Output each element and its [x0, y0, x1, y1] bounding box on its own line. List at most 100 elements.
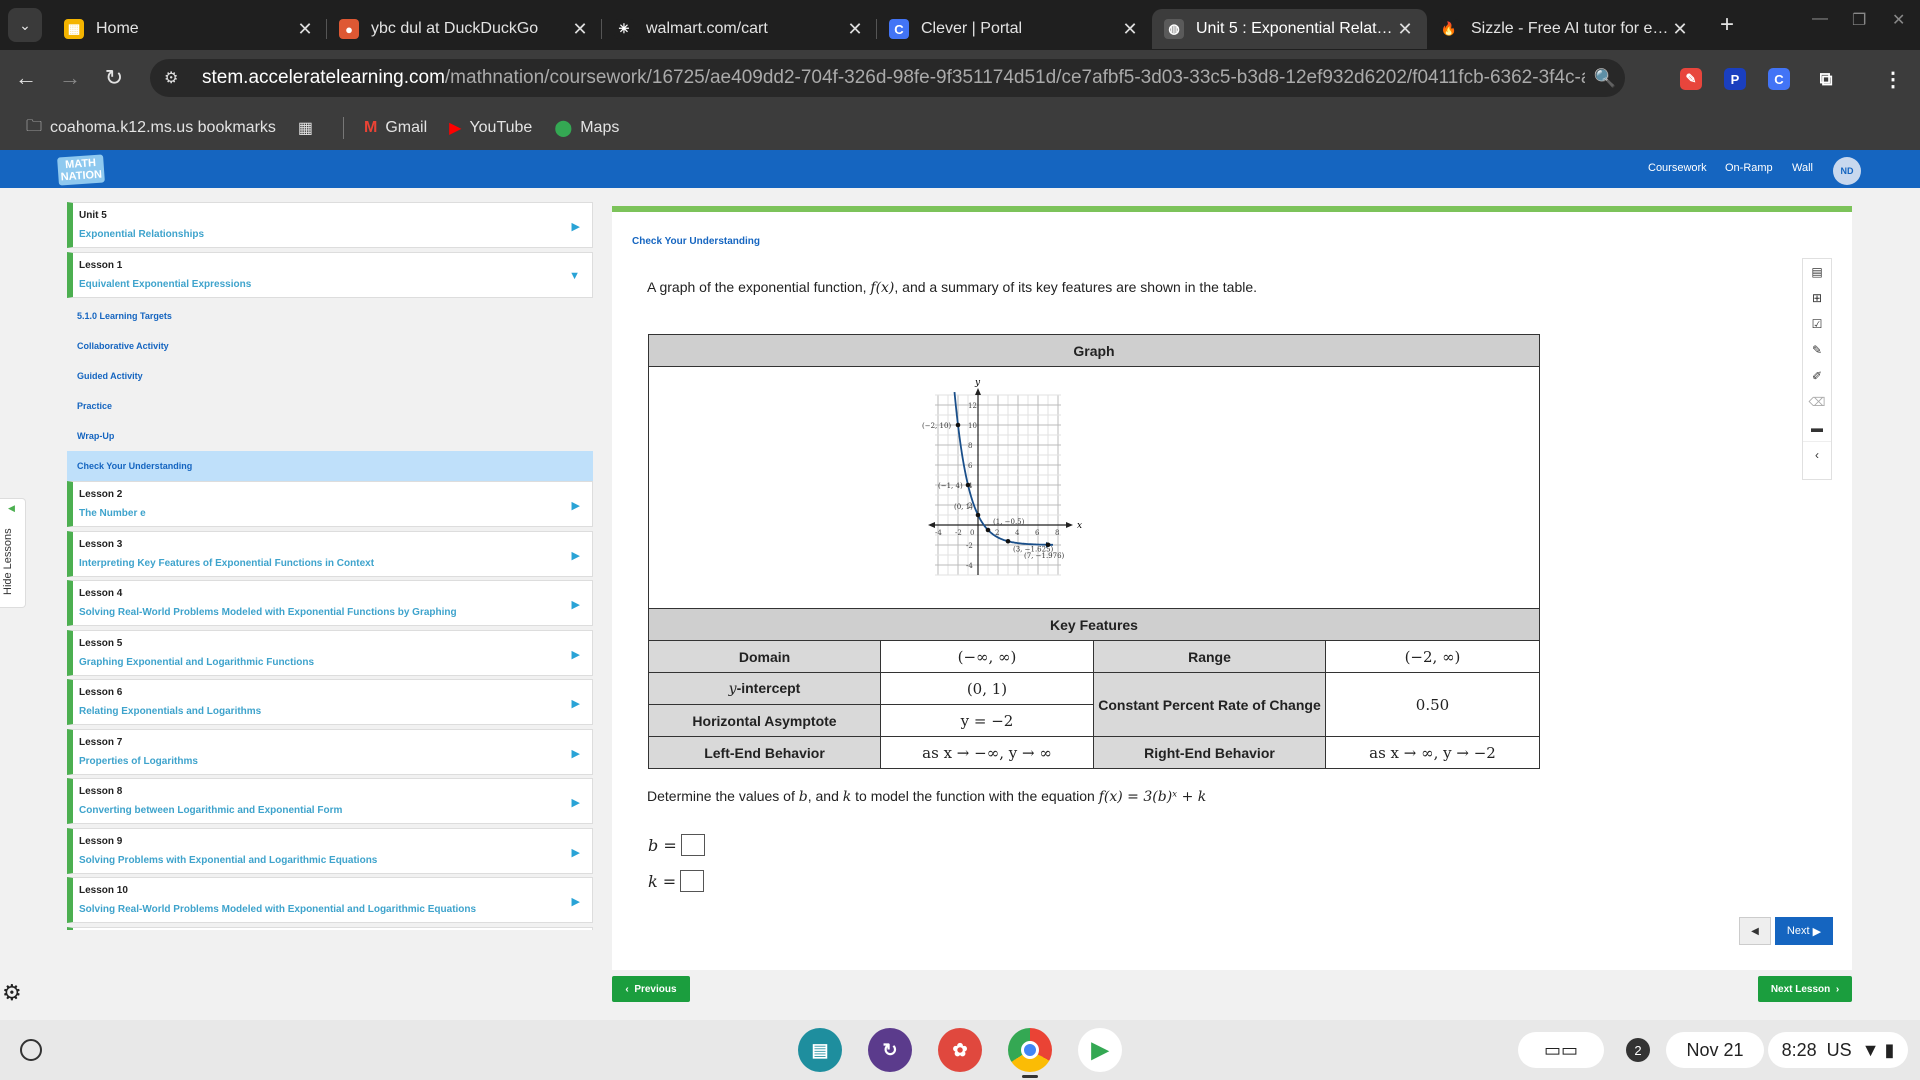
new-tab-button[interactable]: + — [1712, 11, 1742, 39]
unit-header[interactable]: Unit 5 Exponential Relationships ▶ — [67, 202, 593, 248]
extension-clever-icon[interactable]: C — [1768, 68, 1790, 90]
lesson-activity-link[interactable]: Practice — [67, 391, 593, 421]
holding-space-thumbnails[interactable]: ▭▭ — [1518, 1032, 1604, 1068]
graph-cell: x y -4 -2 0 2 4 6 8 12 10 8 6 4 2 -2 -4 (−2, 10) (−1, 4) (0… — [648, 366, 1540, 609]
lesson-item[interactable]: Lesson 2 The Number e ▶ — [67, 481, 593, 527]
chevron-right-icon: ▶ — [571, 747, 580, 760]
domain-value: (−∞, ∞) — [880, 640, 1094, 673]
minimize-icon[interactable]: — — [1812, 10, 1828, 28]
lesson-item[interactable]: Lesson 10 Solving Real-World Problems Mo… — [67, 877, 593, 923]
check-note-icon[interactable]: ☑ — [1803, 311, 1831, 337]
nav-on-ramp[interactable]: On-Ramp — [1725, 162, 1773, 174]
apps-shortcut[interactable]: ▦ — [298, 118, 321, 138]
browser-tab[interactable]: 🔥 Sizzle - Free AI tutor for everyone ✕ — [1427, 9, 1702, 49]
next-lesson-button[interactable]: Next Lesson › — [1758, 976, 1852, 1002]
notification-count[interactable]: 2 — [1626, 1038, 1650, 1062]
previous-button[interactable]: ‹ Previous — [612, 976, 690, 1002]
extension-blue-icon[interactable]: P — [1724, 68, 1746, 90]
lesson-item[interactable]: Lesson 7 Properties of Logarithms ▶ — [67, 728, 593, 775]
nav-wall[interactable]: Wall — [1792, 162, 1813, 174]
settings-gear-icon[interactable]: ⚙ — [2, 980, 28, 1006]
tab-title: Sizzle - Free AI tutor for everyone — [1471, 20, 1670, 37]
lesson-activity-link[interactable]: Guided Activity — [67, 361, 593, 391]
y-tick-label: -4 — [966, 562, 973, 570]
lesson-activity-link[interactable]: Check Your Understanding — [67, 451, 593, 481]
browser-menu-icon[interactable]: ⋮ — [1882, 68, 1904, 91]
bookmark-youtube[interactable]: ▶ YouTube — [449, 118, 532, 138]
bookmark-gmail[interactable]: M Gmail — [364, 119, 427, 137]
sync-app-icon[interactable]: ↻ — [868, 1028, 912, 1072]
browser-tab[interactable]: ● ybc dul at DuckDuckGo ✕ — [327, 9, 602, 49]
user-avatar[interactable]: ND — [1833, 157, 1861, 185]
browser-tab[interactable]: C Clever | Portal ✕ — [877, 9, 1152, 49]
tab-favicon-icon: ✳ — [614, 19, 634, 39]
lesson-item[interactable]: Lesson 4 Solving Real-World Problems Mod… — [67, 580, 593, 626]
browser-tab[interactable]: ✳ walmart.com/cart ✕ — [602, 9, 877, 49]
browser-tab[interactable]: ◍ Unit 5 : Exponential Relationships ✕ — [1152, 9, 1427, 49]
restore-icon[interactable]: ❐ — [1852, 10, 1866, 30]
collapse-tools-icon[interactable]: ‹ — [1803, 441, 1831, 467]
close-tab-icon[interactable]: ✕ — [1395, 19, 1415, 40]
gmail-icon: M — [364, 119, 378, 136]
tab-title: Home — [96, 20, 139, 37]
lesson-item[interactable]: Lesson 6 Relating Exponentials and Logar… — [67, 679, 593, 725]
url-text[interactable]: stem.acceleratelearning.com/mathnation/c… — [202, 67, 1585, 89]
close-tab-icon[interactable]: ✕ — [1670, 19, 1690, 40]
close-tab-icon[interactable]: ✕ — [295, 19, 315, 40]
apps-grid-icon: ▦ — [297, 120, 314, 137]
lesson-item[interactable]: Lesson 9 Solving Problems with Exponenti… — [67, 827, 593, 874]
highlighter-icon[interactable]: ✐ — [1803, 363, 1831, 389]
eraser-icon[interactable]: ⌫ — [1803, 389, 1831, 415]
address-bar[interactable]: ⚙ stem.acceleratelearning.com/mathnation… — [150, 59, 1625, 97]
classroom-app-icon[interactable]: ▤ — [798, 1028, 842, 1072]
canvas-app-icon[interactable]: ✿ — [938, 1028, 982, 1072]
answer-k-input[interactable] — [680, 870, 705, 892]
notes-icon[interactable]: ▤ — [1803, 259, 1831, 285]
nav-coursework[interactable]: Coursework — [1648, 162, 1707, 174]
pencil-icon[interactable]: ✎ — [1803, 337, 1831, 363]
reload-button[interactable]: ↻ — [96, 60, 132, 96]
hide-lessons-toggle[interactable]: ◀ Hide Lessons — [0, 498, 26, 608]
chevron-left-icon: ◀ — [8, 503, 15, 513]
close-tab-icon[interactable]: ✕ — [570, 19, 590, 40]
site-settings-icon[interactable]: ⚙ — [164, 68, 188, 88]
launcher-icon[interactable] — [20, 1039, 42, 1061]
zoom-icon[interactable]: 🔍 — [1585, 68, 1625, 89]
play-store-icon[interactable]: ▶ — [1078, 1028, 1122, 1072]
lesson-item[interactable]: Lesson 8 Converting between Logarithmic … — [67, 778, 593, 824]
lesson-activity-link[interactable]: Wrap-Up — [67, 421, 593, 451]
page-body: ◀ Hide Lessons Unit 5 Exponential Relati… — [0, 188, 1920, 1020]
tab-favicon-icon: C — [889, 19, 909, 39]
forward-button[interactable]: → — [52, 60, 88, 96]
lesson-item[interactable]: Lesson 5 Graphing Exponential and Logari… — [67, 629, 593, 676]
graph-header: Graph — [648, 334, 1540, 367]
lesson-activity-link[interactable]: 5.1.0 Learning Targets — [67, 301, 593, 331]
tab-search-button[interactable]: ⌄ — [8, 8, 42, 42]
previous-item-button[interactable]: ◀ — [1739, 917, 1771, 945]
back-button[interactable]: ← — [8, 60, 44, 96]
close-window-icon[interactable]: ✕ — [1892, 10, 1905, 30]
app-header: MATH NATION Coursework On-Ramp Wall ND — [0, 150, 1920, 188]
extensions-puzzle-icon[interactable]: ⧉ — [1815, 68, 1837, 90]
next-item-button[interactable]: Next ▶ — [1775, 917, 1833, 945]
answer-b-input[interactable] — [680, 834, 705, 856]
close-tab-icon[interactable]: ✕ — [845, 19, 865, 40]
browser-tab[interactable]: ▦ Home ✕ — [52, 9, 327, 49]
line-reader-icon[interactable]: ▬ — [1803, 415, 1831, 441]
lesson-activity-link[interactable]: Collaborative Activity — [67, 331, 593, 361]
date-pill[interactable]: Nov 21 — [1666, 1032, 1764, 1068]
asymptote-value: y = −2 — [880, 704, 1094, 737]
math-nation-logo[interactable]: MATH NATION — [57, 154, 105, 186]
lesson-item[interactable]: Lesson 3 Interpreting Key Features of Ex… — [67, 530, 593, 577]
status-tray[interactable]: 8:28 US ▼ ▮ — [1768, 1032, 1908, 1068]
add-note-icon[interactable]: ⊞ — [1803, 285, 1831, 311]
bookmarks-bar: 🗀 coahoma.k12.ms.us bookmarks ▦ M Gmail ▶ Y… — [0, 106, 1920, 150]
lesson-1-item[interactable]: Lesson 1 Equivalent Exponential Expressi… — [67, 251, 593, 298]
bookmark-folder[interactable]: 🗀 coahoma.k12.ms.us bookmarks — [26, 115, 276, 142]
extension-red-icon[interactable]: ✎ — [1680, 68, 1702, 90]
y-tick-label: 10 — [968, 422, 977, 430]
data-point-label: (−2, 10) — [922, 422, 951, 430]
bookmark-maps[interactable]: ⬤ Maps — [554, 118, 619, 138]
close-tab-icon[interactable]: ✕ — [1120, 19, 1140, 40]
chrome-app-icon[interactable] — [1008, 1028, 1052, 1072]
